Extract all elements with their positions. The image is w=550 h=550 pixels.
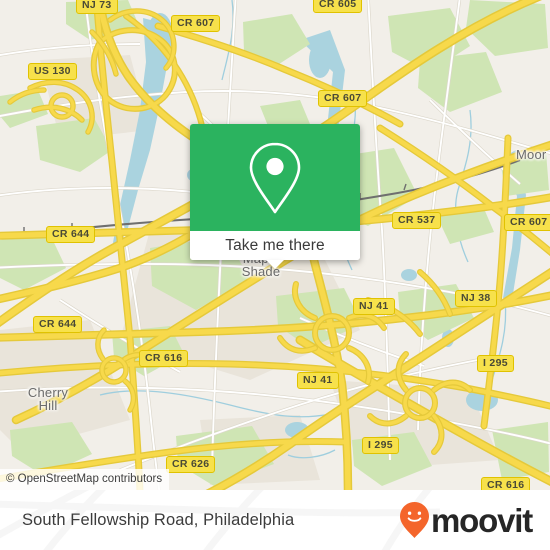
footer-address-text: South Fellowship Road, Philadelphia (22, 510, 295, 529)
moovit-smiley-pin-icon (400, 502, 430, 538)
road-shield-cr-616-west: CR 616 (139, 350, 189, 367)
road-shield-cr-605: CR 605 (313, 0, 363, 13)
moovit-map-screenshot: Maple Shade Moor Cherry Hill NJ 73 CR 60… (0, 0, 550, 550)
moovit-brand[interactable]: moovit (399, 501, 533, 539)
location-pin-icon (249, 142, 301, 213)
road-shield-cr-626: CR 626 (166, 456, 216, 473)
road-shield-cr-537: CR 537 (392, 212, 442, 229)
road-shield-cr-644-south: CR 644 (33, 316, 83, 333)
road-shield-nj-41-north: NJ 41 (353, 298, 395, 315)
moovit-wordmark: moovit (431, 501, 533, 539)
road-shield-cr-644-north: CR 644 (46, 226, 96, 243)
openstreetmap-attribution[interactable]: © OpenStreetMap contributors (0, 469, 170, 490)
road-shield-i-295-east: I 295 (477, 355, 514, 372)
road-shield-nj-73: NJ 73 (76, 0, 118, 14)
take-me-there-card[interactable]: Take me there (190, 124, 360, 269)
road-shield-us-130: US 130 (28, 63, 77, 80)
take-me-there-label[interactable]: Take me there (190, 231, 360, 260)
card-pointer-tail (266, 260, 284, 269)
road-shield-i-295-south: I 295 (362, 437, 399, 454)
road-shield-cr-607-north: CR 607 (318, 90, 368, 107)
road-shield-cr-607-east: CR 607 (504, 214, 550, 231)
footer-bar: South Fellowship Road, Philadelphia moov… (0, 490, 550, 550)
road-shield-nj-41-south: NJ 41 (297, 372, 339, 389)
road-shield-cr-616-east: CR 616 (481, 477, 531, 490)
road-shield-nj-38: NJ 38 (455, 290, 497, 307)
card-green-panel (190, 124, 360, 231)
road-shield-cr-607: CR 607 (171, 15, 221, 32)
